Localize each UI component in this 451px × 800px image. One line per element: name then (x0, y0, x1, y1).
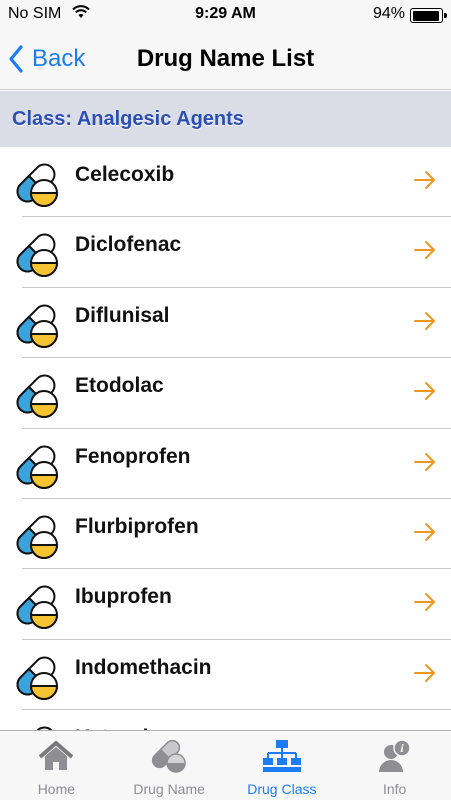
drug-row-indomethacin[interactable]: Indomethacin (0, 640, 451, 711)
home-icon (36, 738, 76, 779)
pill-icon (10, 579, 62, 636)
arrow-right-icon (413, 240, 437, 265)
drug-name: Indomethacin (75, 655, 212, 679)
drug-name: Etodolac (75, 374, 164, 398)
drug-name: Diclofenac (75, 233, 182, 257)
pill-icon (10, 157, 62, 214)
pill-icon (10, 439, 62, 496)
drug-list[interactable]: Celecoxib Diclofenac Diflunisal Etodolac… (0, 147, 451, 730)
pill-icon (149, 738, 189, 779)
drug-name: Flurbiprofen (75, 514, 199, 538)
pill-icon (10, 298, 62, 355)
tab-home[interactable]: Home (0, 731, 113, 800)
drug-row-ibuprofen[interactable]: Ibuprofen (0, 569, 451, 641)
tab-label: Info (382, 781, 407, 797)
tab-bar: Home Drug Name Drug Class i Info (0, 730, 451, 800)
drug-name: Ibuprofen (75, 585, 172, 609)
drug-row-etodolac[interactable]: Etodolac (0, 358, 451, 429)
tab-info[interactable]: i Info (338, 731, 451, 800)
arrow-right-icon (413, 381, 437, 406)
drug-row-diclofenac[interactable]: Diclofenac (0, 217, 451, 289)
tab-label: Drug Name (133, 781, 205, 797)
arrow-right-icon (413, 452, 437, 477)
tab-label: Drug Class (247, 781, 317, 797)
tab-drug-name[interactable]: Drug Name (113, 731, 226, 800)
tab-drug-class[interactable]: Drug Class (226, 731, 339, 800)
arrow-right-icon (413, 592, 437, 617)
section-title: Class: Analgesic Agents (12, 108, 244, 130)
hierarchy-icon (262, 738, 302, 779)
drug-name: Fenoprofen (75, 444, 191, 468)
pill-icon (10, 509, 62, 566)
pill-icon (10, 368, 62, 425)
arrow-right-icon (413, 663, 437, 688)
drug-name: Diflunisal (75, 303, 170, 327)
drug-row-flurbiprofen[interactable]: Flurbiprofen (0, 499, 451, 570)
pill-icon (10, 650, 62, 707)
arrow-right-icon (413, 170, 437, 195)
drug-name: Celecoxib (75, 163, 175, 186)
pill-icon (10, 227, 62, 284)
drug-row-ketorolac[interactable]: Ketorolac (0, 710, 451, 730)
page-title: Drug Name List (136, 45, 315, 72)
arrow-right-icon (413, 522, 437, 547)
info-person-icon: i (375, 738, 415, 779)
arrow-right-icon (413, 311, 437, 336)
section-header: Class: Analgesic Agents (0, 91, 451, 147)
pill-icon (10, 720, 62, 730)
battery-icon (410, 8, 447, 23)
drug-row-fenoprofen[interactable]: Fenoprofen (0, 429, 451, 500)
drug-row-diflunisal[interactable]: Diflunisal (0, 288, 451, 359)
navigation-bar: Back Drug Name List (0, 28, 451, 90)
status-bar: No SIM 9:29 AM 94% (0, 0, 451, 28)
tab-label: Home (37, 781, 76, 797)
battery-percent: 94% (372, 5, 405, 22)
drug-row-celecoxib[interactable]: Celecoxib (0, 147, 451, 218)
